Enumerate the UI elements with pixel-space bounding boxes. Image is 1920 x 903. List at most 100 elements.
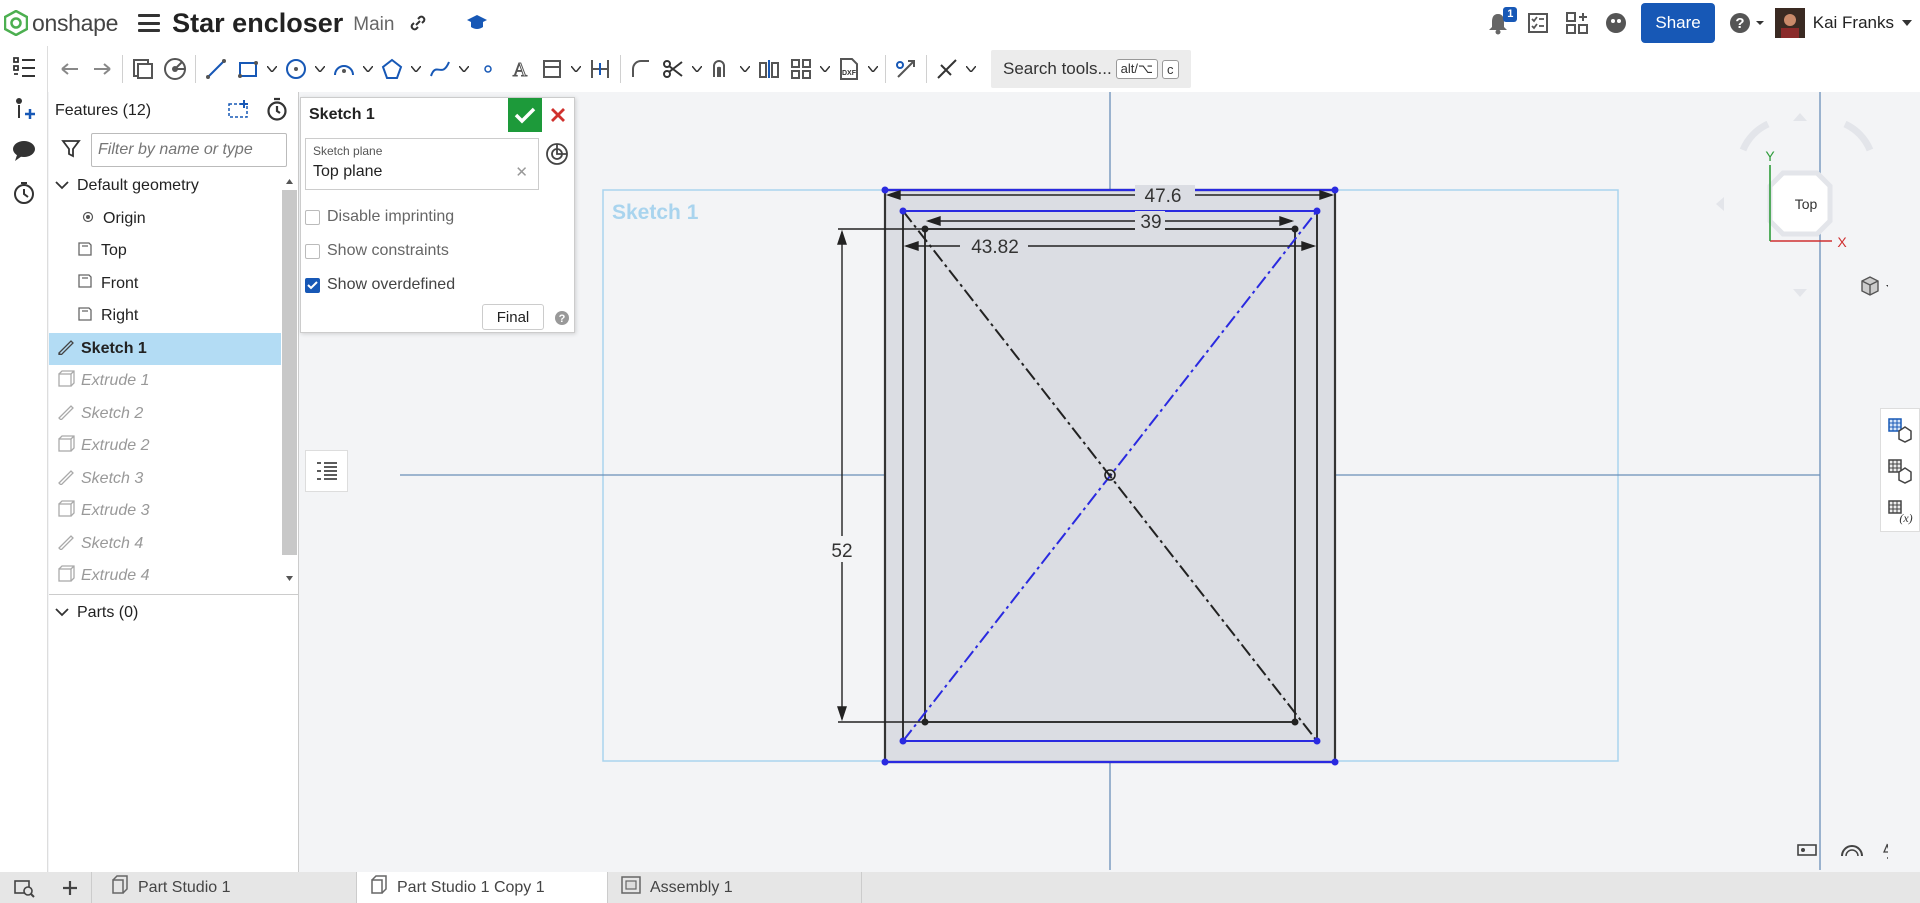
show-overdefined-checkbox[interactable]: Show overdefined xyxy=(305,274,455,296)
use-tool-icon[interactable] xyxy=(536,50,568,88)
list-item-sketch-3[interactable]: Sketch 3 xyxy=(49,463,281,496)
checkbox[interactable] xyxy=(305,209,320,225)
list-item-extrude-1[interactable]: Extrude 1 xyxy=(49,365,281,398)
search-tools-input[interactable]: Search tools... alt/⌥ c xyxy=(991,50,1191,88)
ai-advisor-icon[interactable] xyxy=(1605,12,1627,34)
help-icon[interactable]: ? xyxy=(554,310,570,331)
document-title[interactable]: Star encloser xyxy=(172,8,343,39)
list-item-right[interactable]: Right xyxy=(49,300,281,333)
add-folder-icon[interactable] xyxy=(228,99,252,124)
cancel-button[interactable] xyxy=(542,98,574,132)
checkbox-checked[interactable] xyxy=(305,277,320,293)
filter-input[interactable] xyxy=(91,133,287,167)
variables-icon[interactable] xyxy=(0,88,48,130)
pattern-tool-icon[interactable] xyxy=(785,50,817,88)
spline-tool-icon[interactable] xyxy=(424,50,456,88)
list-item-sketch-4[interactable]: Sketch 4 xyxy=(49,528,281,561)
mirror-tool-icon[interactable] xyxy=(753,50,785,88)
tab-part-studio-1[interactable]: Part Studio 1 xyxy=(98,872,357,903)
clear-selection-icon[interactable]: ✕ xyxy=(515,163,528,181)
show-constraints-checkbox[interactable]: Show constraints xyxy=(305,240,449,262)
use-dropdown-icon[interactable] xyxy=(568,50,584,88)
list-item-sketch-1[interactable]: Sketch 1 xyxy=(49,332,281,365)
menu-icon[interactable] xyxy=(138,14,161,32)
tab-assembly-1[interactable]: Assembly 1 xyxy=(608,872,862,903)
app-store-icon[interactable] xyxy=(1565,11,1589,35)
search-tabs-icon[interactable] xyxy=(0,878,48,898)
filter-icon[interactable] xyxy=(61,138,81,163)
list-item-sketch-2[interactable]: Sketch 2 xyxy=(49,398,281,431)
text-tool-icon[interactable]: A xyxy=(504,50,536,88)
list-item-extrude-4[interactable]: Extrude 4 xyxy=(49,560,281,593)
offset-dropdown-icon[interactable] xyxy=(737,50,753,88)
appearance-panel-icon[interactable] xyxy=(1881,409,1919,450)
undo-icon[interactable] xyxy=(54,50,86,88)
polygon-tool-icon[interactable] xyxy=(376,50,408,88)
default-geometry-group[interactable]: Default geometry xyxy=(49,170,281,203)
construction-dropdown-icon[interactable] xyxy=(963,50,979,88)
link-icon[interactable] xyxy=(408,13,428,33)
history-icon[interactable] xyxy=(0,172,48,214)
feature-list-toggle-icon[interactable] xyxy=(305,450,348,492)
share-button[interactable]: Share xyxy=(1641,3,1715,43)
list-item-front[interactable]: Front xyxy=(49,268,281,301)
dxf-import-icon[interactable]: DXF xyxy=(833,50,865,88)
list-item-top[interactable]: Top xyxy=(49,235,281,268)
list-item-extrude-2[interactable]: Extrude 2 xyxy=(49,430,281,463)
final-button[interactable]: Final xyxy=(482,304,544,330)
arc-tool-icon[interactable] xyxy=(328,50,360,88)
spline-dropdown-icon[interactable] xyxy=(456,50,472,88)
feature-list-icon[interactable] xyxy=(0,46,48,88)
redo-icon[interactable] xyxy=(86,50,118,88)
chevron-down-icon[interactable] xyxy=(55,604,69,622)
graphics-viewport[interactable]: Sketch 1 47.6 39 43.82 52 Top Y X xyxy=(400,92,1888,870)
sketch-plane-icon[interactable] xyxy=(159,50,191,88)
variable-table-icon[interactable]: (x) xyxy=(1881,491,1919,532)
insert-icon[interactable] xyxy=(127,50,159,88)
learning-center-icon[interactable] xyxy=(466,13,488,33)
dimension-tool-icon[interactable] xyxy=(584,50,616,88)
pattern-dropdown-icon[interactable] xyxy=(817,50,833,88)
list-item-label: Sketch 1 xyxy=(81,339,147,357)
help-icon[interactable]: ? xyxy=(1729,12,1765,34)
trim-dropdown-icon[interactable] xyxy=(689,50,705,88)
avatar[interactable] xyxy=(1774,8,1805,38)
rectangle-tool-icon[interactable] xyxy=(232,50,264,88)
user-name[interactable]: Kai Franks xyxy=(1813,13,1894,33)
tasks-icon[interactable] xyxy=(1527,12,1549,34)
configurations-icon[interactable] xyxy=(1881,450,1919,491)
rectangle-dropdown-icon[interactable] xyxy=(264,50,280,88)
tab-part-studio-1-copy-1[interactable]: Part Studio 1 Copy 1 xyxy=(357,872,608,903)
disable-imprinting-checkbox[interactable]: Disable imprinting xyxy=(305,206,454,228)
parts-group[interactable]: Parts (0) xyxy=(49,594,298,630)
offset-tool-icon[interactable] xyxy=(705,50,737,88)
trim-tool-icon[interactable] xyxy=(657,50,689,88)
transform-tool-icon[interactable] xyxy=(890,50,922,88)
scrollbar-thumb[interactable] xyxy=(282,190,297,555)
point-tool-icon[interactable] xyxy=(472,50,504,88)
checkbox[interactable] xyxy=(305,243,320,259)
top-bar: onshape Star encloser Main 1 Share ? Kai… xyxy=(0,0,1920,46)
line-tool-icon[interactable] xyxy=(200,50,232,88)
list-item-origin[interactable]: Origin xyxy=(49,203,281,236)
add-tab-button[interactable] xyxy=(48,872,92,903)
rollback-timer-icon[interactable] xyxy=(266,97,288,126)
circle-dropdown-icon[interactable] xyxy=(312,50,328,88)
user-menu-chevron-icon[interactable] xyxy=(1902,20,1912,26)
svg-text:?: ? xyxy=(1735,15,1744,32)
circle-tool-icon[interactable] xyxy=(280,50,312,88)
list-item-extrude-3[interactable]: Extrude 3 xyxy=(49,495,281,528)
dxf-dropdown-icon[interactable] xyxy=(865,50,881,88)
fillet-tool-icon[interactable] xyxy=(625,50,657,88)
arc-dropdown-icon[interactable] xyxy=(360,50,376,88)
branch-label[interactable]: Main xyxy=(353,14,394,36)
hide-planes-icon[interactable] xyxy=(545,142,569,171)
notifications-icon[interactable]: 1 xyxy=(1487,7,1518,35)
sketch-plane-field[interactable]: Sketch plane Top plane ✕ xyxy=(305,138,539,190)
comments-icon[interactable] xyxy=(0,130,48,172)
construction-tool-icon[interactable] xyxy=(931,50,963,88)
polygon-dropdown-icon[interactable] xyxy=(408,50,424,88)
accept-button[interactable] xyxy=(508,98,542,132)
onshape-logo[interactable]: onshape xyxy=(4,10,118,37)
chevron-down-icon[interactable] xyxy=(55,177,69,195)
